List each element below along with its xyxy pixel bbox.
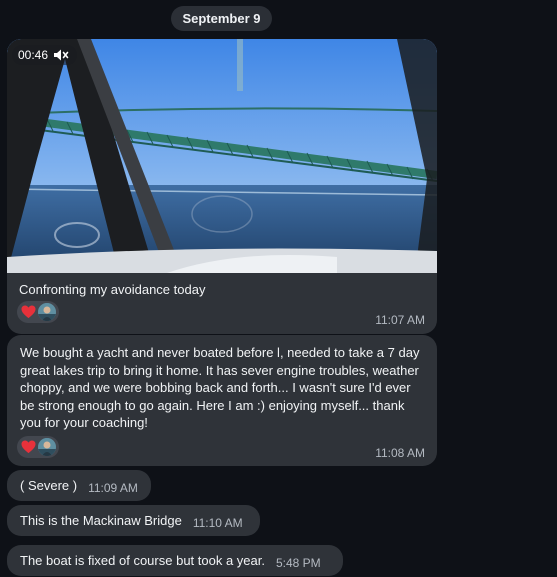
video-duration-badge: 00:46 [12, 45, 78, 65]
message-body: We bought a yacht and never boated befor… [20, 345, 420, 430]
video-frame [7, 39, 437, 273]
red-heart-icon [21, 440, 36, 454]
video-thumbnail[interactable]: 00:46 [7, 39, 437, 273]
message-text[interactable]: We bought a yacht and never boated befor… [7, 335, 437, 466]
message-time: 11:07 AM [375, 313, 425, 327]
message-time: 11:10 AM [192, 516, 243, 530]
message-text[interactable]: ( Severe ) 11:09 AM [7, 470, 151, 501]
message-time: 11:09 AM [88, 481, 138, 495]
user-avatar [38, 438, 56, 456]
red-heart-icon [21, 305, 36, 319]
date-separator: September 9 [171, 6, 272, 31]
user-avatar [38, 303, 56, 321]
message-caption: Confronting my avoidance today [19, 282, 206, 297]
message-body: ( Severe ) [20, 477, 78, 493]
message-reactions[interactable] [17, 436, 59, 458]
message-text[interactable]: The boat is fixed of course but took a y… [7, 545, 343, 576]
message-body: This is the Mackinaw Bridge [20, 512, 182, 528]
message-time: 11:08 AM [375, 446, 425, 460]
message-reactions[interactable] [17, 301, 59, 323]
video-duration: 00:46 [18, 48, 49, 62]
chat-view: September 9 00:46 Confronting my avoidan… [0, 0, 557, 577]
message-video[interactable]: 00:46 Confronting my avoidance today 11:… [7, 39, 437, 334]
message-time: 5:48 PM [275, 556, 321, 570]
message-text[interactable]: This is the Mackinaw Bridge 11:10 AM [7, 505, 260, 536]
message-body: The boat is fixed of course but took a y… [20, 552, 265, 568]
speaker-muted-icon[interactable] [53, 48, 69, 62]
